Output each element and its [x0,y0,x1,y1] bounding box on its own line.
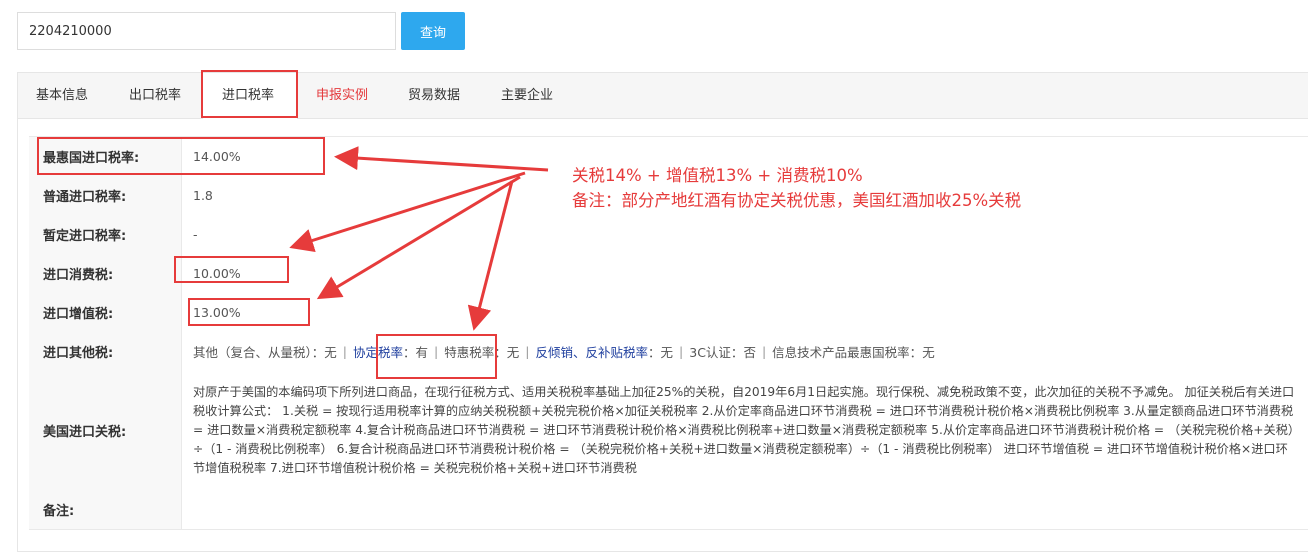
tab-trade-data[interactable]: 贸易数据 [408,73,460,118]
separator: | [761,344,767,359]
compound-tax-value: 无 [324,345,337,360]
antidumping-link[interactable]: 反倾销、反补贴税率 [536,342,649,361]
annotation-remark: 备注：部分产地红酒有协定关税优惠，美国红酒加收25%关税 [572,191,1022,210]
tab-major-companies[interactable]: 主要企业 [501,73,553,118]
annotation-tax-summary: 关税14% + 增值税13% + 消费税10% [572,166,863,185]
it-product-rate-label: 信息技术产品最惠国税率： [772,345,923,360]
provisional-rate-label: 暂定进口税率: [29,215,182,254]
us-tariff-value: 对原产于美国的本编码项下所列进口商品，在现行征税方式、适用关税税率基础上加征25… [193,385,1295,475]
tab-basic-info[interactable]: 基本信息 [36,73,88,118]
vat-value: 13.00% [193,305,241,320]
vat-label: 进口增值税: [29,293,182,332]
special-rate-value: 无 [506,345,520,360]
other-taxes-value: 其他（复合、从量税）： 无 | 协定税率 ：有 | 特惠税率： 无 | 反倾销、… [193,332,1298,371]
tab-declaration-examples[interactable]: 申报实例 [316,73,368,118]
row-us-tariff: 美国进口关税: 对原产于美国的本编码项下所列进口商品，在现行征税方式、适用关税税… [29,371,1308,491]
it-product-rate-value: 无 [922,345,935,360]
us-tariff-label: 美国进口关税: [29,371,182,490]
tab-import-rates[interactable]: 进口税率 [203,73,297,119]
row-other-taxes: 进口其他税: 其他（复合、从量税）： 无 | 协定税率 ：有 | 特惠税率： 无… [29,332,1308,372]
search-button[interactable]: 查询 [401,12,465,50]
hs-code-search-input[interactable] [17,12,396,50]
separator: | [679,344,684,359]
mfn-rate-label: 最惠国进口税率: [29,137,182,176]
remark-value [193,490,1298,529]
separator: | [434,344,439,359]
compound-tax-label: 其他（复合、从量税）： [193,345,325,360]
separator: | [342,344,347,359]
ccc-label: 3C认证： [689,345,744,360]
special-rate-label: 特惠税率： [444,345,507,360]
consumption-tax-value: 10.00% [193,266,241,281]
consumption-tax-label: 进口消费税: [29,254,182,293]
tab-export-rates[interactable]: 出口税率 [129,73,181,118]
agreement-rate-link[interactable]: 协定税率 [353,342,403,361]
row-remark: 备注: [29,490,1308,530]
agreement-rate-value: ：有 [403,345,429,360]
provisional-rate-value: - [193,227,198,242]
antidumping-value: ：无 [648,345,674,360]
row-vat: 进口增值税: 13.00% [29,293,1308,333]
row-provisional-rate: 暂定进口税率: - [29,215,1308,255]
remark-label: 备注: [29,490,182,529]
row-consumption-tax: 进口消费税: 10.00% [29,254,1308,294]
separator: | [525,344,530,359]
general-rate-label: 普通进口税率: [29,176,182,215]
tab-bar: 基本信息 出口税率 进口税率 申报实例 贸易数据 主要企业 [18,73,1308,119]
ccc-value: 否 [743,345,756,360]
import-rates-table: 最惠国进口税率: 14.00% 普通进口税率: 1.8 暂定进口税率: - 进口… [29,136,1308,530]
other-taxes-label: 进口其他税: [29,332,182,371]
